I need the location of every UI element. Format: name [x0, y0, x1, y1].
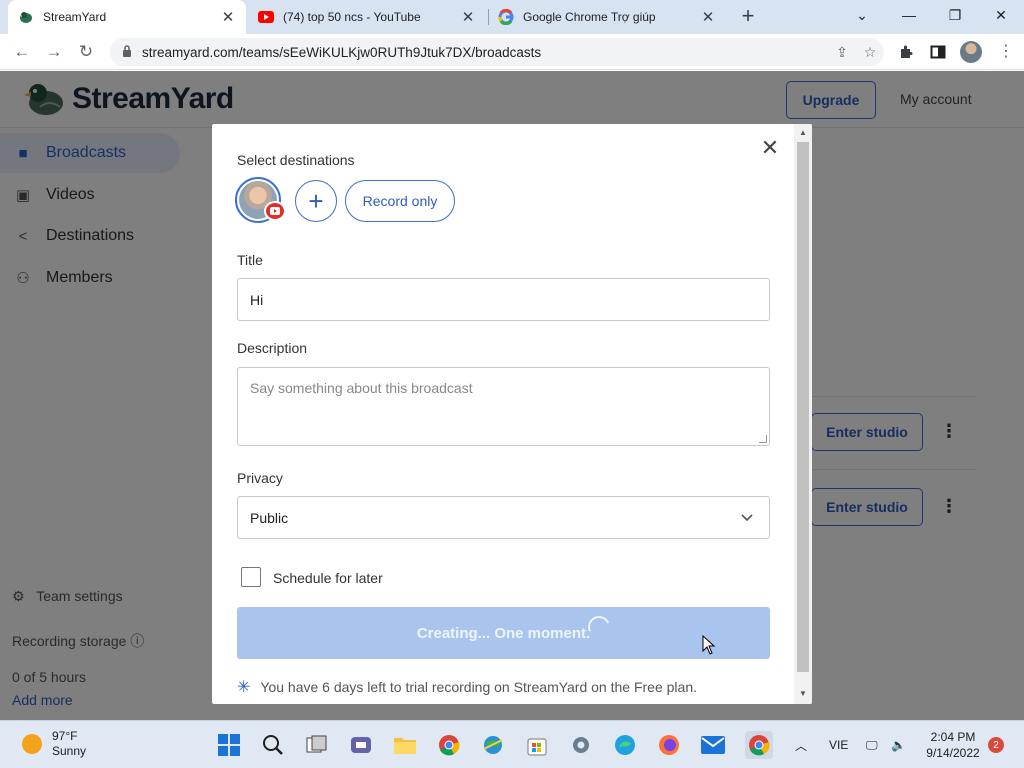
system-clock[interactable]: 2:04 PM 9/14/2022 — [918, 729, 988, 761]
network-icon[interactable]: 🖵 — [866, 721, 878, 768]
trial-notice: ✳ You have 6 days left to trial recordin… — [237, 677, 697, 697]
streamyard-page: StreamYard Upgrade My account ■ Broadcas… — [0, 71, 1024, 720]
close-icon[interactable]: ✕ — [760, 137, 780, 159]
clock-time: 2:04 PM — [930, 730, 976, 744]
resize-handle-icon[interactable] — [759, 435, 767, 443]
chrome-icon[interactable] — [437, 733, 461, 757]
microsoft-store-icon[interactable] — [525, 733, 549, 757]
minimize-icon[interactable]: — — [895, 4, 923, 28]
sparkle-icon: ✳ — [237, 679, 251, 696]
reload-icon[interactable]: ↻ — [74, 40, 98, 64]
bookmark-star-icon[interactable]: ☆ — [856, 44, 884, 61]
title-label: Title — [237, 252, 263, 268]
privacy-value: Public — [250, 509, 289, 526]
tray-chevron-icon[interactable]: ︿ — [795, 721, 807, 768]
notification-badge[interactable]: 2 — [988, 737, 1004, 753]
tab-search-chevron-icon[interactable]: ⌄ — [848, 4, 876, 28]
back-arrow-icon[interactable]: ← — [10, 40, 34, 64]
tab-youtube[interactable]: (74) top 50 ncs - YouTube ✕ — [248, 0, 486, 34]
tab-title: Google Chrome Trợ giúp — [523, 10, 656, 24]
add-destination-plus-icon[interactable]: + — [295, 180, 337, 222]
chrome-menu-icon[interactable]: ⋮ — [998, 42, 1014, 62]
tab-streamyard[interactable]: StreamYard ✕ — [8, 0, 246, 34]
side-panel-icon[interactable] — [928, 42, 948, 62]
restore-icon[interactable]: ❐ — [941, 4, 969, 28]
sun-icon — [22, 734, 42, 754]
share-icon[interactable]: ⇪ — [828, 44, 856, 61]
privacy-select[interactable]: Public — [237, 496, 770, 539]
trial-notice-text: You have 6 days left to trial recording … — [260, 679, 697, 695]
schedule-label[interactable]: Schedule for later — [273, 570, 383, 586]
weather-widget[interactable]: 97°F Sunny — [22, 729, 86, 759]
search-icon[interactable] — [261, 733, 285, 757]
scroll-down-arrow-icon[interactable]: ▼ — [794, 687, 812, 701]
weather-desc: Sunny — [52, 744, 87, 758]
modal-scrollbar[interactable]: ▲ ▼ — [794, 124, 812, 704]
tab-title: (74) top 50 ncs - YouTube — [283, 10, 421, 24]
mail-icon[interactable] — [701, 733, 725, 757]
streamyard-favicon-icon — [18, 9, 34, 25]
edge-icon[interactable] — [613, 733, 637, 757]
title-input[interactable]: Hi — [237, 278, 770, 321]
tab-close-icon[interactable]: ✕ — [700, 8, 716, 26]
create-broadcast-modal: ✕ Select destinations + Record only Titl… — [212, 124, 812, 704]
description-label: Description — [237, 340, 308, 356]
privacy-label: Privacy — [237, 470, 283, 486]
tab-title: StreamYard — [43, 10, 107, 24]
language-indicator[interactable]: VIE — [829, 721, 848, 768]
extensions-puzzle-icon[interactable] — [896, 42, 916, 62]
google-favicon-icon — [498, 9, 514, 25]
clock-date: 9/14/2022 — [926, 746, 980, 760]
address-bar[interactable]: streamyard.com/teams/sEeWiKULKjw0RUTh9Jt… — [110, 38, 884, 66]
schedule-checkbox[interactable] — [241, 567, 261, 587]
globe-app-icon[interactable] — [481, 733, 505, 757]
scroll-up-arrow-icon[interactable]: ▲ — [794, 126, 812, 140]
volume-icon[interactable]: 🔈 — [891, 721, 906, 768]
forward-arrow-icon[interactable]: → — [42, 40, 66, 64]
tab-close-icon[interactable]: ✕ — [460, 8, 476, 26]
tab-close-icon[interactable]: ✕ — [220, 8, 236, 26]
new-tab-plus-icon[interactable]: + — [737, 5, 759, 28]
firefox-icon[interactable] — [657, 733, 681, 757]
tab-chrome-help[interactable]: Google Chrome Trợ giúp ✕ — [488, 0, 726, 34]
url-text: streamyard.com/teams/sEeWiKULKjw0RUTh9Jt… — [142, 44, 542, 60]
youtube-favicon-icon — [258, 9, 274, 25]
weather-text: 97°F Sunny — [52, 729, 86, 759]
browser-toolbar: ← → ↻ streamyard.com/teams/sEeWiKULKjw0R… — [0, 34, 1024, 70]
teams-chat-icon[interactable] — [349, 733, 373, 757]
mouse-cursor-icon — [702, 635, 716, 655]
youtube-badge-icon — [264, 201, 286, 221]
description-textarea[interactable]: Say something about this broadcast — [237, 367, 770, 446]
lock-icon[interactable] — [122, 44, 132, 60]
weather-temp: 97°F — [52, 729, 78, 743]
profile-avatar[interactable] — [960, 41, 982, 63]
window-close-icon[interactable]: ✕ — [987, 4, 1015, 28]
browser-tab-strip: StreamYard ✕ (74) top 50 ncs - YouTube ✕… — [0, 0, 1024, 34]
scrollbar-thumb[interactable] — [797, 142, 809, 672]
description-placeholder: Say something about this broadcast — [250, 380, 473, 396]
file-explorer-icon[interactable] — [393, 733, 417, 757]
record-only-button[interactable]: Record only — [345, 180, 455, 222]
windows-start-icon[interactable] — [217, 733, 241, 757]
create-broadcast-button[interactable]: Creating... One moment. — [237, 607, 770, 659]
destinations-label: Select destinations — [237, 152, 355, 168]
task-view-icon[interactable] — [305, 733, 329, 757]
settings-gear-icon[interactable] — [569, 733, 593, 757]
chevron-down-icon — [741, 511, 753, 525]
chrome-active-icon[interactable] — [745, 731, 773, 759]
windows-taskbar: 97°F Sunny ︿ VIE 🖵 🔈 2:04 PM 9/14/2022 2 — [0, 720, 1024, 768]
